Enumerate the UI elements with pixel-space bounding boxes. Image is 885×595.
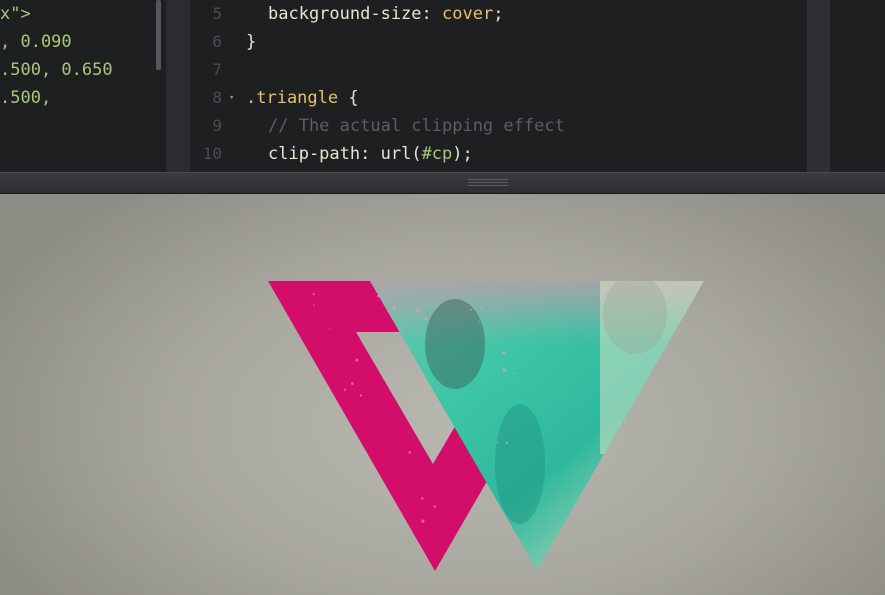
code-line: } bbox=[246, 28, 256, 56]
code-line: .500, bbox=[0, 84, 51, 112]
speckle bbox=[416, 378, 419, 381]
line-number: 8 bbox=[212, 88, 222, 107]
triangle-artwork bbox=[268, 281, 704, 571]
speckle bbox=[392, 305, 396, 310]
code-token: } bbox=[246, 32, 257, 52]
preview-pane bbox=[0, 194, 885, 595]
line-number: 10 bbox=[202, 144, 222, 163]
speckle bbox=[409, 407, 412, 410]
code-line: background-size: cover; bbox=[268, 0, 503, 28]
code-token: : bbox=[421, 4, 443, 24]
code-token: .500, bbox=[0, 88, 52, 108]
css-editor-pane[interactable]: 5 background-size: cover; 6} 7 8 ▾ .triangle {… bbox=[190, 0, 807, 172]
speckle bbox=[302, 512, 307, 517]
code-token: .triangle bbox=[246, 88, 339, 108]
speckle bbox=[323, 393, 327, 398]
speckle bbox=[430, 303, 433, 306]
code-line: , 0.090 bbox=[0, 28, 72, 56]
speckle bbox=[433, 505, 437, 508]
code-token: url( bbox=[380, 144, 422, 164]
resize-grip-icon[interactable] bbox=[468, 179, 508, 187]
code-token: cover bbox=[442, 4, 494, 24]
code-token: ; bbox=[493, 4, 504, 24]
code-line: clip-path: url(#cp); bbox=[268, 140, 473, 168]
speckle bbox=[424, 317, 428, 321]
speckle bbox=[431, 422, 433, 425]
code-token: .500, 0.650 bbox=[0, 60, 113, 80]
speckle bbox=[366, 471, 370, 475]
code-line: .triangle { bbox=[246, 84, 359, 112]
speckle bbox=[421, 519, 425, 523]
code-token: background-size bbox=[268, 4, 422, 24]
html-editor-scrollbar[interactable] bbox=[156, 0, 161, 70]
speckle bbox=[329, 328, 331, 329]
speckle bbox=[359, 394, 362, 397]
js-editor-pane[interactable] bbox=[830, 0, 885, 172]
speckle bbox=[355, 358, 359, 362]
speckle bbox=[505, 441, 508, 444]
speckle bbox=[408, 451, 411, 454]
speckle bbox=[479, 306, 482, 309]
speckle bbox=[290, 374, 294, 377]
code-token: : bbox=[360, 144, 381, 164]
speckle bbox=[296, 365, 298, 368]
speckle bbox=[530, 328, 532, 331]
fold-toggle-icon[interactable]: ▾ bbox=[229, 93, 234, 103]
code-line: // The actual clipping effect bbox=[268, 112, 565, 140]
speckle bbox=[470, 308, 472, 311]
code-token: x"> bbox=[0, 4, 31, 24]
speckle bbox=[351, 382, 354, 385]
speckle bbox=[502, 368, 506, 372]
code-line: .500, 0.650 bbox=[0, 56, 113, 84]
speckle bbox=[420, 310, 422, 312]
line-number: 9 bbox=[212, 116, 222, 135]
html-editor-pane[interactable]: x"> , 0.090 .500, 0.650 .500, bbox=[0, 0, 166, 172]
code-token: ); bbox=[452, 144, 473, 164]
speckle bbox=[311, 498, 315, 502]
speckle bbox=[421, 497, 424, 500]
speckle bbox=[416, 308, 420, 313]
speckle bbox=[513, 372, 516, 375]
speckle bbox=[357, 449, 359, 451]
speckle bbox=[478, 320, 481, 323]
speckle bbox=[407, 355, 411, 359]
line-number: 5 bbox=[212, 4, 222, 23]
speckle bbox=[312, 292, 315, 296]
speckle bbox=[323, 503, 327, 507]
code-line: x"> bbox=[0, 0, 31, 28]
speckle bbox=[432, 300, 435, 303]
code-token: #cp bbox=[421, 144, 453, 164]
speckle bbox=[343, 388, 347, 391]
speckle bbox=[480, 496, 483, 499]
code-token: { bbox=[338, 88, 359, 108]
speckle bbox=[291, 469, 294, 472]
speckle bbox=[333, 457, 337, 461]
editor-gutter-separator bbox=[166, 0, 190, 172]
speckle bbox=[432, 392, 436, 396]
speckle bbox=[497, 441, 499, 444]
speckle bbox=[419, 393, 422, 396]
speckle bbox=[357, 466, 360, 468]
resize-divider[interactable] bbox=[0, 172, 885, 194]
speckle bbox=[312, 510, 314, 513]
speckle bbox=[320, 402, 323, 405]
css-editor-scrollbar-track[interactable] bbox=[807, 0, 830, 172]
speckle bbox=[549, 351, 551, 354]
speckle bbox=[313, 304, 315, 307]
code-token: // The actual clipping effect bbox=[268, 116, 565, 136]
code-token: clip-path bbox=[268, 144, 361, 164]
line-number: 6 bbox=[212, 32, 222, 51]
editor-area: x"> , 0.090 .500, 0.650 .500, 5 background-s… bbox=[0, 0, 885, 172]
code-token: , 0.090 bbox=[0, 32, 72, 52]
speckle bbox=[376, 294, 380, 298]
speckle bbox=[502, 351, 506, 355]
line-number: 7 bbox=[212, 60, 222, 79]
